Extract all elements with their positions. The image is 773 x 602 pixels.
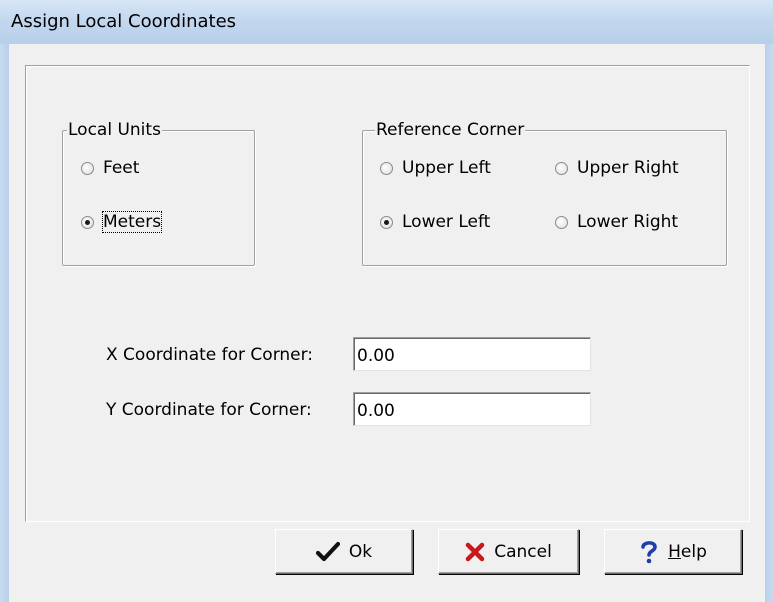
help-label-rest: elp: [680, 541, 707, 562]
window-title: Assign Local Coordinates: [11, 11, 237, 32]
radio-lower-left-label: Lower Left: [402, 212, 491, 232]
radio-lower-right-indicator[interactable]: [555, 215, 568, 229]
radio-upper-left-label: Upper Left: [402, 158, 491, 178]
radio-lower-right[interactable]: Lower Right: [555, 212, 678, 232]
ok-button[interactable]: Ok: [275, 529, 413, 574]
cancel-button[interactable]: Cancel: [438, 529, 579, 574]
cancel-button-label: Cancel: [494, 541, 552, 562]
x-coordinate-input[interactable]: [353, 337, 591, 371]
radio-feet[interactable]: Feet: [81, 158, 139, 178]
checkmark-icon: [315, 541, 340, 563]
help-button[interactable]: Help: [604, 529, 742, 574]
radio-lower-right-label: Lower Right: [577, 212, 679, 232]
help-button-label: Help: [668, 542, 707, 562]
y-coordinate-input[interactable]: [353, 392, 591, 426]
ok-button-label: Ok: [348, 541, 373, 562]
radio-upper-left[interactable]: Upper Left: [380, 158, 491, 178]
radio-meters[interactable]: Meters: [81, 211, 163, 233]
reference-corner-legend: Reference Corner: [375, 120, 526, 140]
y-coordinate-label: Y Coordinate for Corner:: [106, 400, 312, 420]
radio-lower-left-indicator[interactable]: [380, 215, 393, 229]
title-bar[interactable]: Assign Local Coordinates: [0, 0, 773, 44]
reference-corner-group: Reference Corner Upper Left Upper Right …: [362, 120, 727, 266]
radio-meters-indicator[interactable]: [81, 215, 94, 229]
help-mnemonic: H: [668, 541, 681, 562]
local-units-legend: Local Units: [67, 120, 162, 140]
radio-upper-left-indicator[interactable]: [380, 161, 393, 175]
dialog-window: Assign Local Coordinates Local Units Fee…: [0, 0, 773, 602]
radio-meters-label: Meters: [101, 211, 163, 233]
local-units-group: Local Units Feet Meters: [62, 120, 255, 266]
radio-upper-right[interactable]: Upper Right: [555, 158, 679, 178]
radio-feet-label: Feet: [103, 158, 140, 178]
window-frame-left: [0, 44, 9, 602]
radio-lower-left[interactable]: Lower Left: [380, 212, 490, 232]
window-frame-right: [765, 44, 773, 602]
question-mark-icon: [639, 540, 659, 564]
main-panel: Local Units Feet Meters Reference Corner…: [25, 65, 750, 522]
radio-upper-right-indicator[interactable]: [555, 161, 568, 175]
red-x-icon: [465, 542, 485, 562]
radio-feet-indicator[interactable]: [81, 161, 94, 175]
x-coordinate-label: X Coordinate for Corner:: [106, 345, 314, 365]
radio-upper-right-label: Upper Right: [577, 158, 679, 178]
dialog-client-area: Local Units Feet Meters Reference Corner…: [9, 44, 765, 602]
